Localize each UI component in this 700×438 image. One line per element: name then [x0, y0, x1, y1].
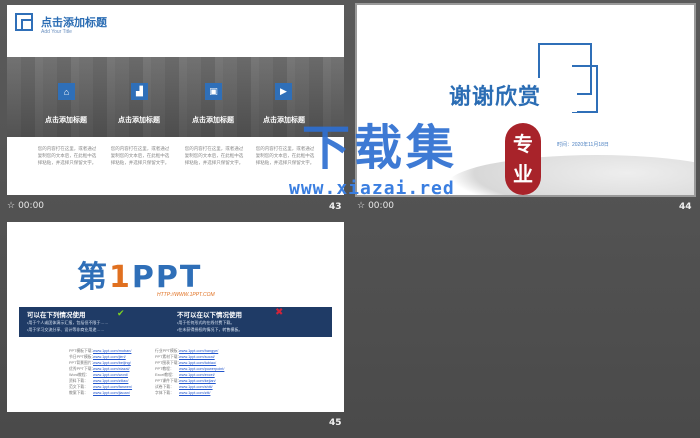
- link-row: PPT模板下载：www.1ppt.com/moban/: [69, 349, 131, 354]
- check-icon: ✔: [117, 308, 125, 318]
- feature-text: 您的内容打在这里，或者通过复制您的文本后，在此框中选择粘贴，并选择只保留文字。: [37, 146, 97, 165]
- link-url[interactable]: www.1ppt.com/sucai/: [179, 355, 215, 359]
- link-url[interactable]: www.1ppt.com/fanwen/: [93, 385, 132, 389]
- seal-stamp: 专业: [505, 123, 541, 195]
- link-url[interactable]: www.1ppt.com/ziliao/: [93, 379, 128, 383]
- link-row: PPT图表下载：www.1ppt.com/tubiao/: [155, 361, 216, 366]
- video-icon: ▶: [275, 83, 292, 100]
- link-url[interactable]: www.1ppt.com/word/: [93, 373, 128, 377]
- slide-time: 00:00: [18, 201, 45, 211]
- link-row: PPT课件下载：www.1ppt.com/kejian/: [155, 379, 216, 384]
- slide-number: 44: [679, 202, 692, 212]
- link-url[interactable]: www.1ppt.com/moban/: [93, 349, 131, 353]
- slide-subtitle: Add Your Title: [41, 29, 72, 35]
- link-label: 教案下载：: [69, 391, 88, 395]
- watermark-text: 下载集: [302, 120, 459, 176]
- link-url[interactable]: www.1ppt.com/excel/: [179, 373, 215, 377]
- link-url[interactable]: www.1ppt.com/beijing/: [93, 361, 131, 365]
- link-row: 字体下载： www.1ppt.com/ziti/: [155, 391, 210, 396]
- link-label: 节日PPT模板：: [69, 355, 96, 359]
- link-url[interactable]: www.1ppt.com/tubiao/: [179, 361, 216, 365]
- date-text: 时间：2020年11月18日: [557, 142, 609, 148]
- link-row: 行业PPT模板：www.1ppt.com/hangye/: [155, 349, 218, 354]
- watermark-url: www.xiazai.red: [289, 178, 455, 199]
- link-label: PPT素材下载：: [155, 355, 182, 359]
- link-row: PPT背景图片：www.1ppt.com/beijing/: [69, 361, 131, 366]
- link-label: PPT模板下载：: [69, 349, 96, 353]
- can-use-line: •用于学习交流分享、设计等非商业用途……: [27, 327, 105, 332]
- link-row: 试卷下载： www.1ppt.com/shiti/: [155, 385, 213, 390]
- link-url[interactable]: www.1ppt.com/jiaoan/: [93, 391, 130, 395]
- link-label: PPT课件下载：: [155, 379, 182, 383]
- link-label: 试卷下载：: [155, 385, 174, 389]
- slide-thumbnail-45[interactable]: 第1PPT HTTP://WWW.1PPT.COM 可以在下列情况使用 ✔ •用…: [7, 222, 344, 412]
- slide-43-timing: ☆ 00:00: [7, 201, 44, 211]
- link-row: PPT素材下载：www.1ppt.com/sucai/: [155, 355, 215, 360]
- logo-url: HTTP://WWW.1PPT.COM: [157, 292, 215, 298]
- link-row: 节日PPT模板：www.1ppt.com/jieri/: [69, 355, 126, 360]
- link-row: 资料下载： www.1ppt.com/ziliao/: [69, 379, 128, 384]
- logo-letters: PPT: [131, 260, 203, 295]
- logo-number: 1: [109, 260, 132, 295]
- slide-time: 00:00: [368, 201, 395, 211]
- feature-title: 点击添加标题: [45, 117, 87, 124]
- link-label: PPT教程：: [155, 367, 174, 371]
- can-use-line: •用于个人或团体演示汇报，包括但不限于……: [27, 320, 109, 325]
- feature-title: 点击添加标题: [192, 117, 234, 124]
- cannot-use-title: 不可以在以下情况使用: [177, 312, 242, 319]
- link-label: 行业PPT模板：: [155, 349, 182, 353]
- transition-star-icon: ☆: [7, 201, 16, 211]
- cannot-use-line: •用于任何形式的在线付费下载。: [177, 320, 235, 325]
- link-label: Excel教程：: [155, 373, 176, 377]
- slide-thumbnail-43[interactable]: 点击添加标题 Add Your Title ⌂ ▟ ▣ ▶ 点击添加标题 点击添…: [7, 5, 344, 195]
- feature-title: 点击添加标题: [118, 117, 160, 124]
- cannot-use-line: •在未获得授权的情况下，转售模板。: [177, 327, 243, 332]
- link-url[interactable]: www.1ppt.com/shiti/: [179, 385, 213, 389]
- link-label: 资料下载：: [69, 379, 88, 383]
- link-url[interactable]: www.1ppt.com/kejian/: [179, 379, 216, 383]
- link-label: PPT图表下载：: [155, 361, 182, 365]
- 1ppt-logo: 第1PPT: [77, 252, 202, 296]
- thanks-title: 谢谢欣赏: [449, 78, 577, 112]
- link-row: Excel教程： www.1ppt.com/excel/: [155, 373, 215, 378]
- slide-number: 45: [329, 418, 342, 428]
- link-label: PPT背景图片：: [69, 361, 96, 365]
- link-label: 字体下载：: [155, 391, 174, 395]
- link-label: 优秀PPT下载：: [69, 367, 96, 371]
- link-url[interactable]: www.1ppt.com/xiazai/: [93, 367, 130, 371]
- link-row: PPT教程： www.1ppt.com/powerpoint/: [155, 367, 224, 372]
- gray-swoosh: [447, 155, 694, 195]
- link-row: 优秀PPT下载：www.1ppt.com/xiazai/: [69, 367, 130, 372]
- link-url[interactable]: www.1ppt.com/jieri/: [93, 355, 126, 359]
- link-url[interactable]: www.1ppt.com/powerpoint/: [179, 367, 224, 371]
- briefcase-icon: ▣: [205, 83, 222, 100]
- link-row: 教案下载： www.1ppt.com/jiaoan/: [69, 391, 130, 396]
- feature-text: 您的内容打在这里，或者通过复制您的文本后，在此框中选择粘贴，并选择只保留文字。: [184, 146, 244, 165]
- link-label: Word教程：: [69, 373, 90, 377]
- link-url[interactable]: www.1ppt.com/ziti/: [179, 391, 210, 395]
- chart-icon: ▟: [131, 83, 148, 100]
- link-row: 范文下载： www.1ppt.com/fanwen/: [69, 385, 132, 390]
- link-label: 范文下载：: [69, 385, 88, 389]
- frame-logo-inner-icon: [21, 19, 33, 31]
- logo-char: 第: [77, 260, 109, 295]
- home-icon: ⌂: [58, 83, 75, 100]
- slide-number: 43: [329, 202, 342, 212]
- can-use-title: 可以在下列情况使用: [27, 312, 86, 319]
- transition-star-icon: ☆: [357, 201, 366, 211]
- link-row: Word教程： www.1ppt.com/word/: [69, 373, 128, 378]
- link-url[interactable]: www.1ppt.com/hangye/: [179, 349, 218, 353]
- feature-text: 您的内容打在这里，或者通过复制您的文本后，在此框中选择粘贴，并选择只保留文字。: [110, 146, 170, 165]
- slide-title: 点击添加标题: [41, 17, 107, 29]
- cross-icon: ✖: [275, 307, 284, 318]
- slide-44-timing: ☆ 00:00: [357, 201, 394, 211]
